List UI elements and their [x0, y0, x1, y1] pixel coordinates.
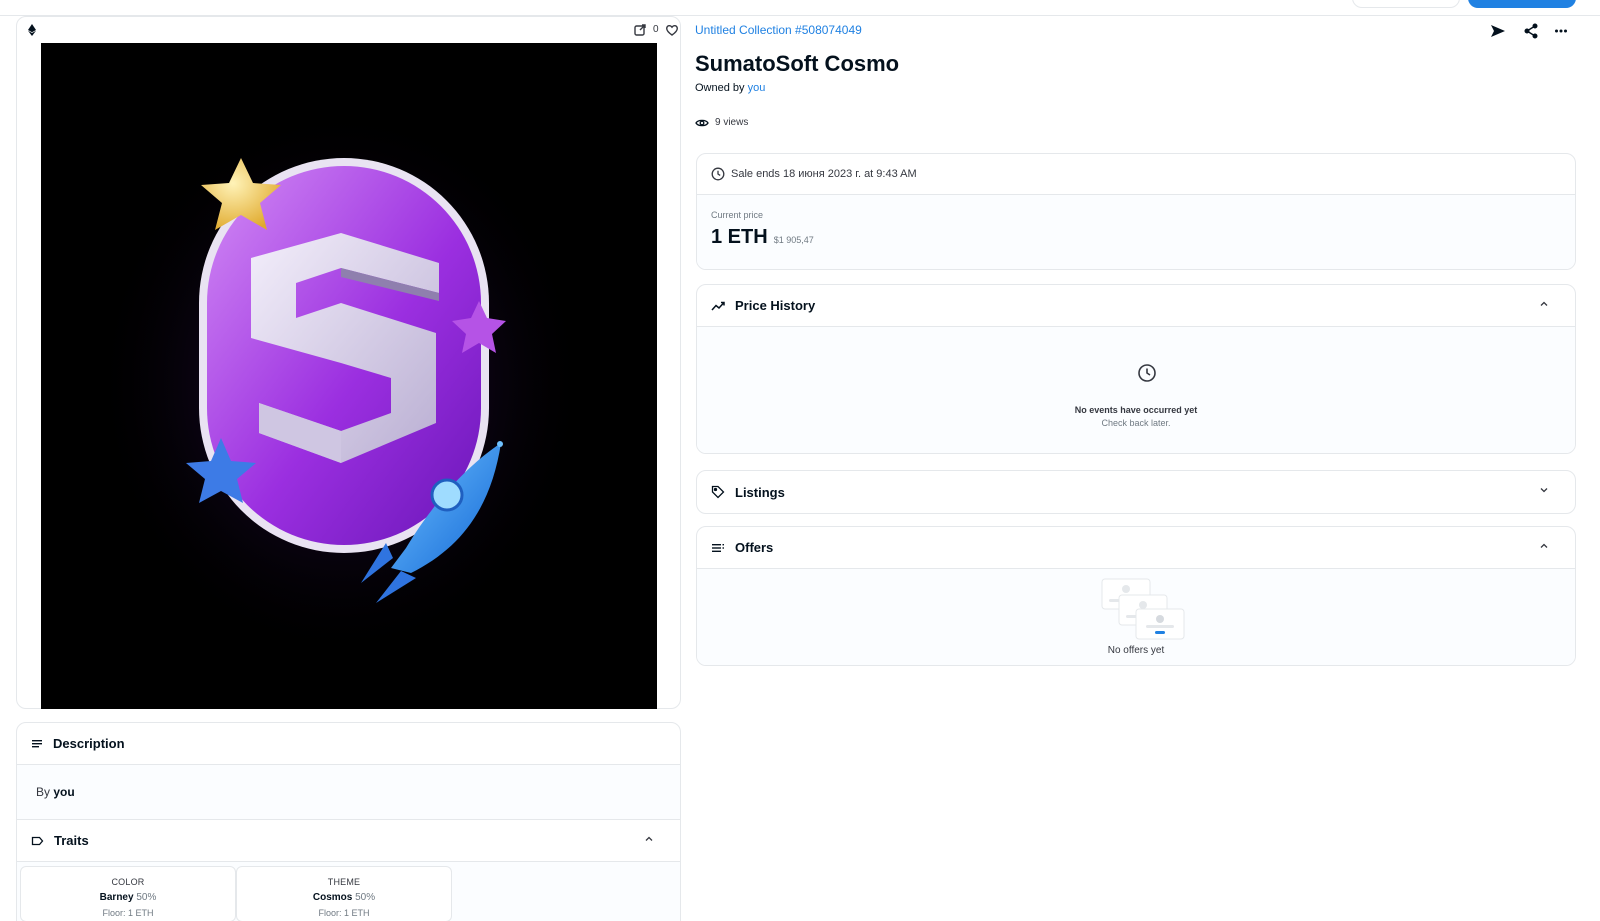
description-icon [32, 739, 42, 747]
heart-icon[interactable] [665, 23, 679, 37]
chevron-up-icon[interactable] [644, 834, 654, 844]
listings-title: Listings [735, 484, 785, 500]
clock-icon [711, 167, 725, 181]
chevron-up-icon[interactable] [1539, 299, 1549, 309]
description-body: By you [17, 765, 680, 820]
sale-box: Sale ends 18 июня 2023 г. at 9:43 AM Cur… [696, 153, 1576, 270]
price-line: 1 ETH $1 905,47 [711, 226, 1575, 249]
current-price-label: Current price [711, 210, 764, 220]
share-icon[interactable] [1524, 22, 1538, 40]
owner-link[interactable]: you [748, 82, 766, 94]
trait-card[interactable]: THEME Cosmos 50% Floor: 1 ETH [236, 866, 452, 921]
price-history-body: No events have occurred yet Check back l… [697, 327, 1575, 453]
trait-value-line: Cosmos 50% [237, 892, 451, 903]
open-external-icon[interactable] [633, 23, 647, 37]
trait-value-line: Barney 50% [21, 892, 235, 903]
price-body: Current price 1 ETH $1 905,47 [697, 195, 1575, 269]
description-by-user[interactable]: you [53, 785, 74, 799]
price-history-title: Price History [735, 298, 816, 313]
offers-body: No offers yet [697, 569, 1575, 665]
traits-title: Traits [54, 833, 89, 848]
nft-artwork [91, 103, 591, 663]
eye-icon [695, 119, 709, 126]
asset-title: SumatoSoft Cosmo [695, 51, 900, 76]
nft-image[interactable] [41, 43, 657, 709]
description-by-prefix: By [36, 785, 51, 799]
media-card: 0 [16, 16, 681, 709]
traits-header[interactable]: Traits [17, 820, 680, 862]
chevron-down-icon[interactable] [1539, 485, 1549, 495]
trait-percent: 50% [136, 892, 157, 903]
favorites-count: 0 [653, 24, 659, 35]
empty-offers-illustration-icon [1101, 578, 1185, 640]
no-events-subtitle: Check back later. [1101, 418, 1171, 428]
trait-type: COLOR [111, 877, 145, 887]
trait-floor: Floor: 1 ETH [318, 908, 370, 918]
listings-panel: Listings [696, 470, 1576, 514]
listings-header[interactable]: Listings [697, 471, 1575, 513]
clock-icon [1138, 364, 1156, 382]
price-history-panel: Price History No events have occurred ye… [696, 284, 1576, 454]
sale-ends-row: Sale ends 18 июня 2023 г. at 9:43 AM [697, 154, 1575, 195]
header-secondary-button[interactable] [1352, 0, 1460, 8]
header-primary-button[interactable] [1468, 0, 1576, 8]
trait-percent: 50% [355, 892, 376, 903]
ethereum-icon [28, 24, 36, 36]
offers-panel: Offers No offers yet [696, 526, 1576, 666]
list-icon [712, 543, 724, 552]
tag-icon [31, 836, 44, 845]
owned-by-prefix: Owned by [695, 82, 745, 94]
description-card: Description By you Traits COLOR Barney 5… [16, 722, 681, 921]
trait-floor: Floor: 1 ETH [102, 908, 154, 918]
views-count: 9 views [695, 117, 748, 128]
price-history-header[interactable]: Price History [697, 285, 1575, 327]
owned-by: Owned by you [695, 82, 765, 94]
media-header: 0 [17, 17, 680, 43]
chevron-up-icon[interactable] [1539, 541, 1549, 551]
views-text: 9 views [715, 117, 749, 128]
traits-body: COLOR Barney 50% Floor: 1 ETH THEME Cosm… [17, 862, 680, 921]
description-title: Description [53, 736, 125, 751]
trait-card[interactable]: COLOR Barney 50% Floor: 1 ETH [20, 866, 236, 921]
offers-header[interactable]: Offers [697, 527, 1575, 569]
offers-title: Offers [735, 540, 774, 555]
no-offers-text: No offers yet [1107, 645, 1165, 656]
more-options-icon[interactable] [1554, 22, 1568, 40]
trait-value: Cosmos [312, 892, 353, 903]
collection-link[interactable]: Untitled Collection #508074049 [695, 23, 862, 37]
transfer-icon[interactable] [1490, 22, 1506, 40]
price-eth: 1 ETH [711, 226, 768, 248]
description-header[interactable]: Description [17, 723, 680, 765]
no-events-title: No events have occurred yet [1074, 405, 1198, 415]
trait-value: Barney [99, 892, 134, 903]
sale-ends-text: Sale ends 18 июня 2023 г. at 9:43 AM [731, 168, 917, 180]
trend-icon [711, 301, 725, 310]
tag-icon [711, 485, 725, 499]
price-usd: $1 905,47 [773, 235, 814, 245]
trait-type: THEME [327, 877, 361, 887]
